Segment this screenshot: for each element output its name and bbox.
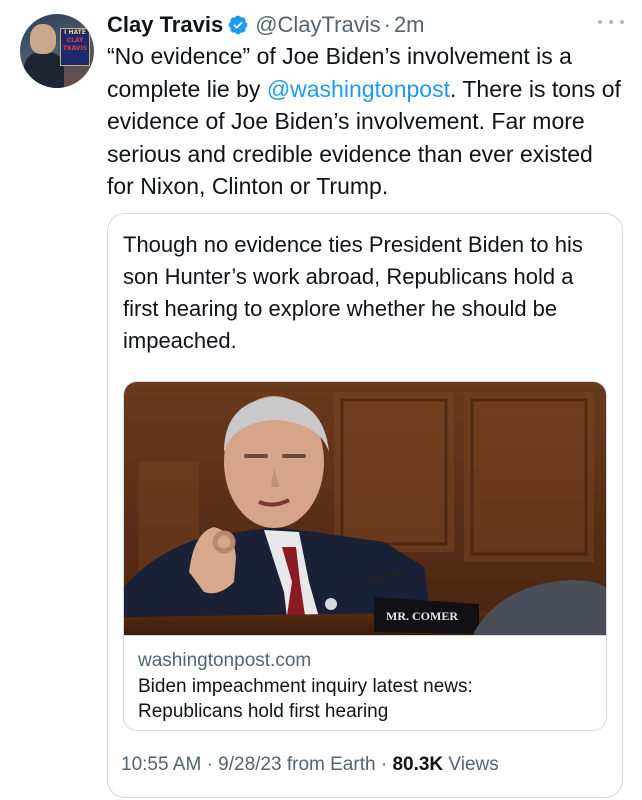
- link-meta: washingtonpost.com Biden impeachment inq…: [138, 648, 598, 724]
- views-label: Views: [448, 754, 499, 775]
- footer-time[interactable]: 10:55 AM: [121, 754, 201, 775]
- avatar-sign-line: I HATE: [64, 29, 86, 36]
- avatar-face: [30, 24, 56, 54]
- more-options-icon[interactable]: [598, 12, 624, 32]
- verified-badge-icon: [228, 15, 248, 35]
- link-headline-line: Biden impeachment inquiry latest news:: [138, 676, 473, 697]
- author-name[interactable]: Clay Travis: [107, 12, 223, 38]
- separator-dot: ·: [206, 754, 213, 775]
- author-handle[interactable]: @ClayTravis: [255, 12, 380, 38]
- quote-text: Though no evidence ties President Biden …: [123, 232, 583, 353]
- separator-dot: ·: [380, 754, 388, 775]
- link-headline-line: Republicans hold first hearing: [138, 701, 389, 722]
- link-meta-area: washingtonpost.com Biden impeachment inq…: [124, 635, 606, 730]
- nameplate: MR. COMER: [386, 609, 458, 623]
- tweet-header: Clay Travis @ClayTravis · 2m: [107, 10, 425, 40]
- mention-link[interactable]: @washingtonpost: [267, 76, 450, 102]
- hearing-photo: MR. COMER: [124, 382, 606, 635]
- tweet-text: “No evidence” of Joe Biden’s involvement…: [107, 40, 622, 203]
- avatar[interactable]: I HATE CLAY TRAVIS: [20, 14, 94, 88]
- tweet: I HATE CLAY TRAVIS Clay Travis @ClayTrav…: [0, 0, 642, 800]
- separator-dot: ·: [383, 12, 391, 37]
- avatar-sign-line: CLAY: [66, 37, 84, 44]
- avatar-sign-line: TRAVIS: [62, 45, 88, 52]
- tweet-footer: 10:55 AM · 9/28/23 from Earth · 80.3K Vi…: [121, 754, 499, 776]
- footer-date-location[interactable]: 9/28/23 from Earth: [218, 754, 375, 775]
- link-domain: washingtonpost.com: [138, 650, 312, 671]
- link-preview[interactable]: MR. COMER washingtonpost.com Biden impea…: [123, 381, 607, 731]
- quote-card[interactable]: Though no evidence ties President Biden …: [107, 213, 623, 798]
- views-count: 80.3K: [392, 754, 444, 775]
- avatar-body: [24, 52, 64, 88]
- avatar-sign: I HATE CLAY TRAVIS: [60, 28, 90, 66]
- tweet-time[interactable]: 2m: [394, 12, 425, 38]
